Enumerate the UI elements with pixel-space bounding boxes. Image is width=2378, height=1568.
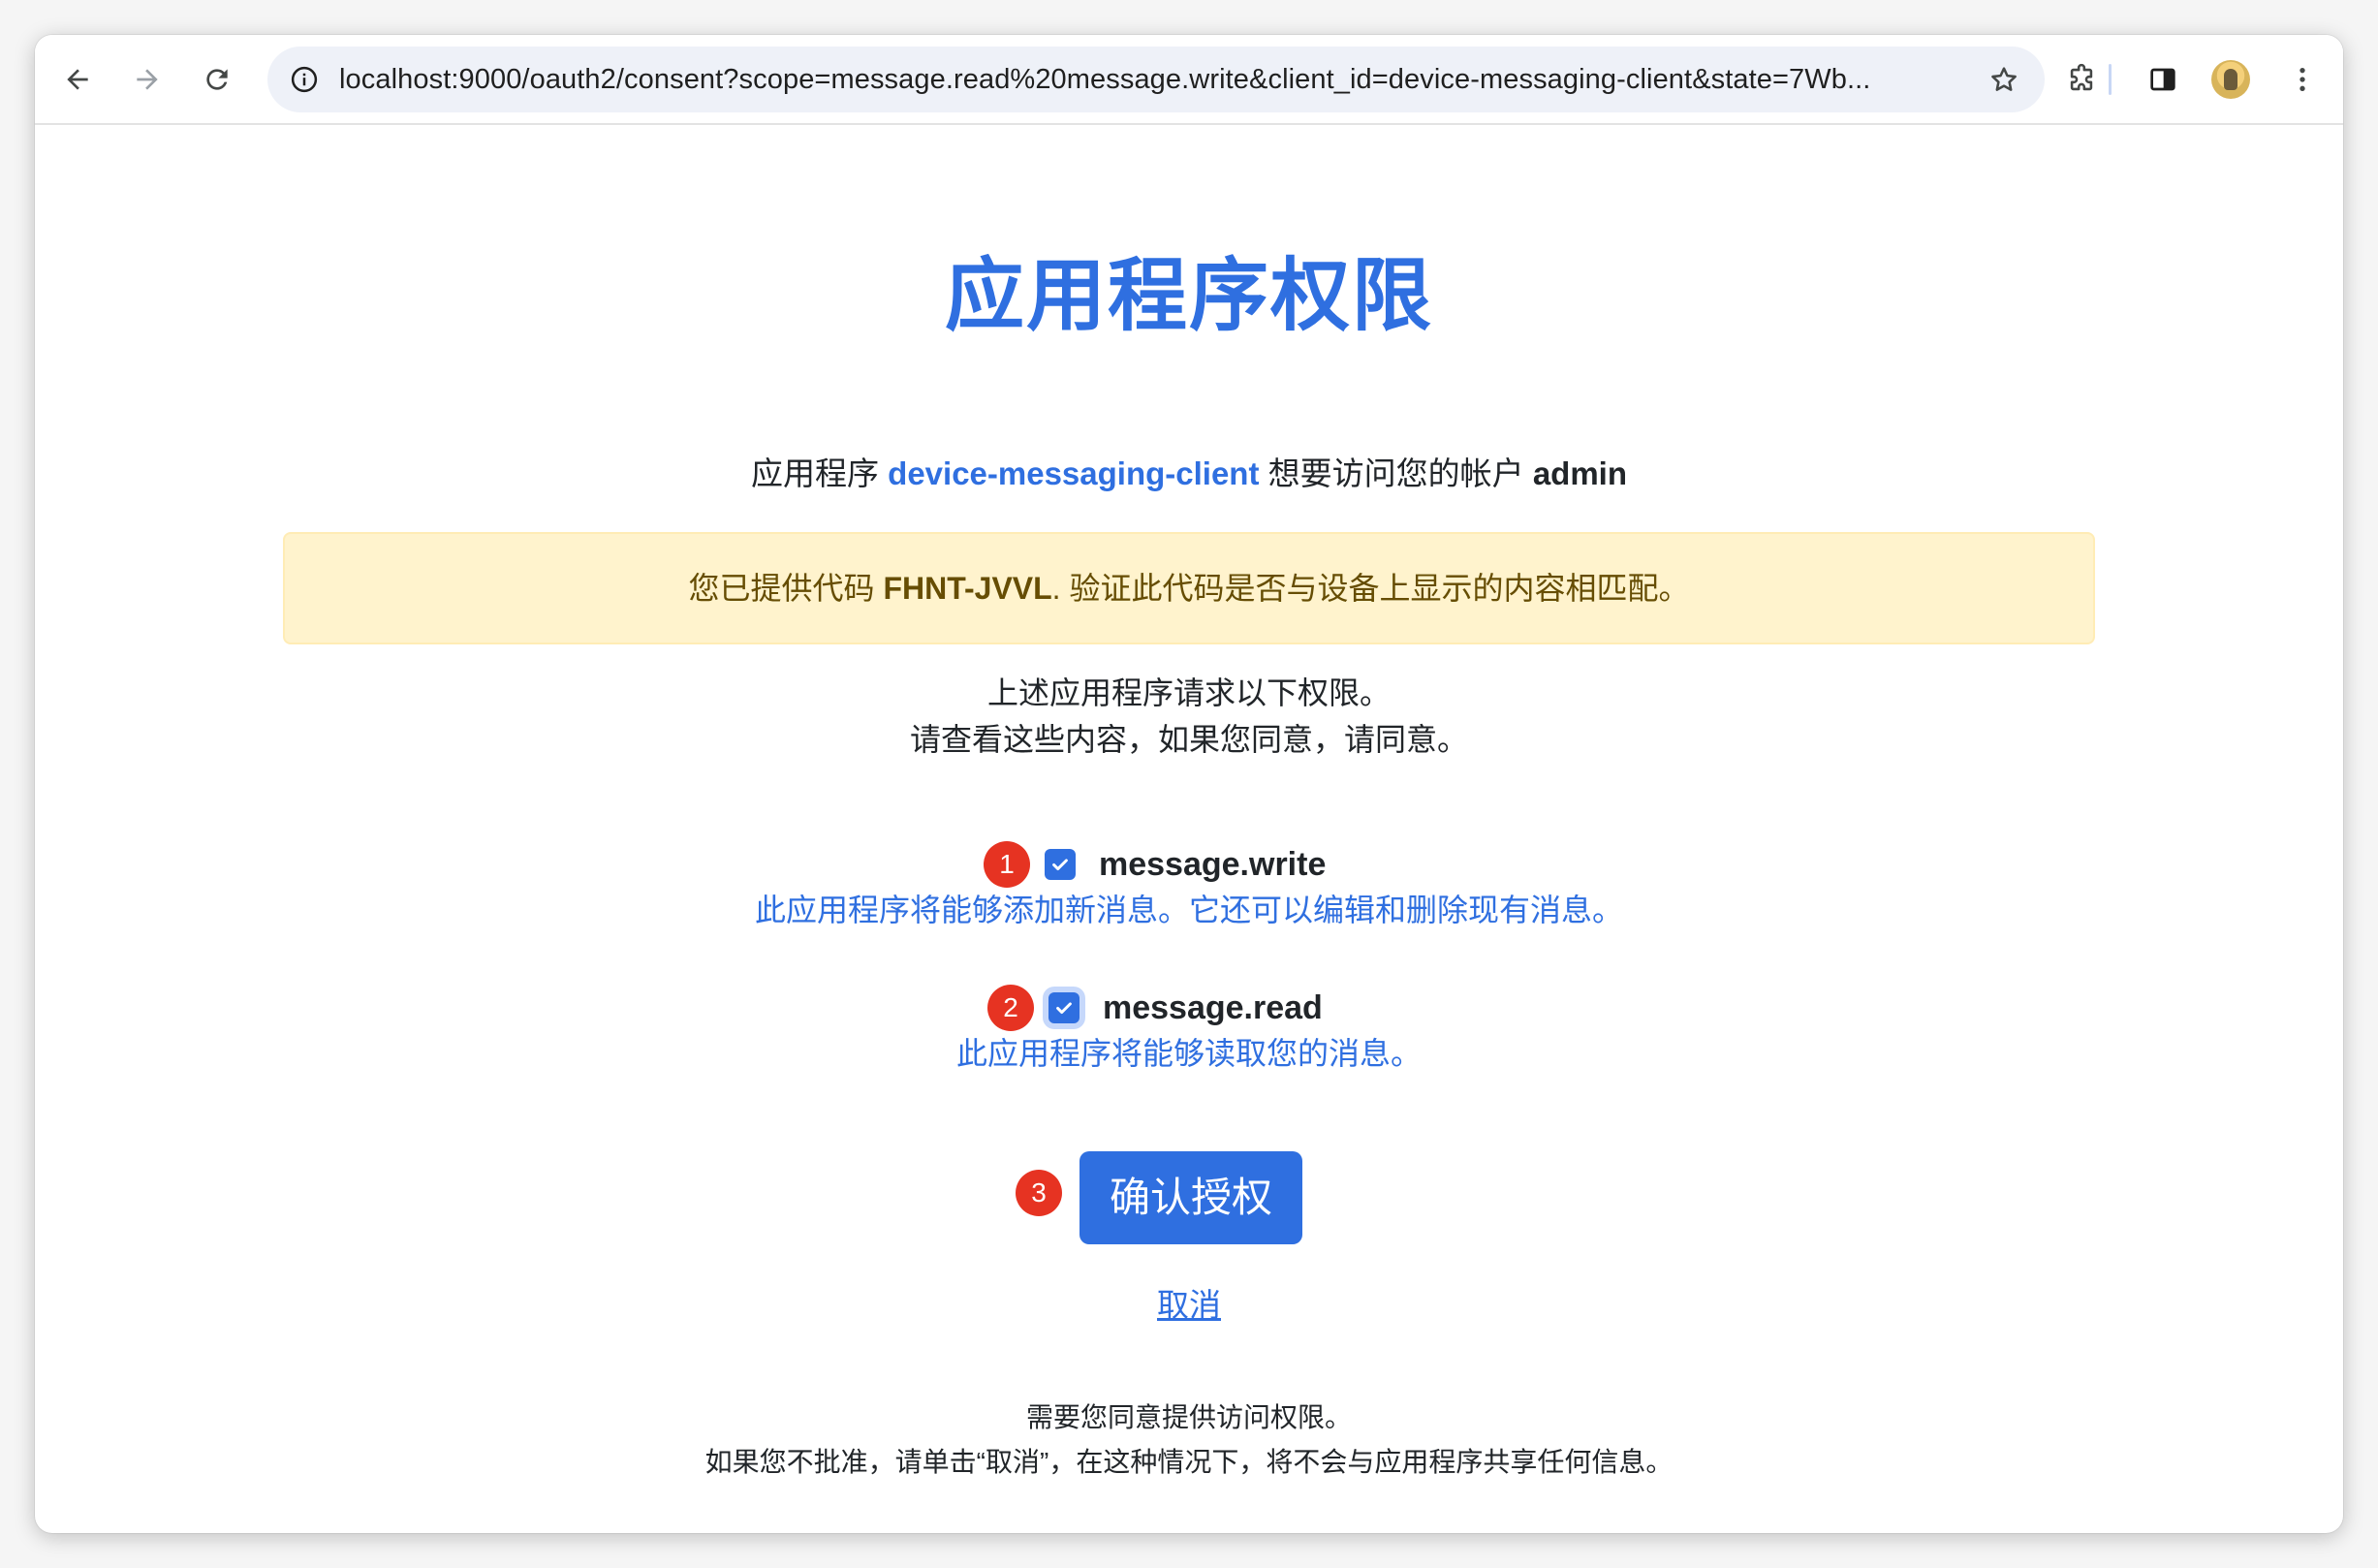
profile-avatar[interactable] [2211,60,2250,99]
client-id: device-messaging-client [888,455,1260,491]
scope-row-message-read: 2 message.read [35,984,2343,1032]
check-icon [1052,859,1068,871]
user-code: FHNT-JVVL [883,571,1052,606]
scope-name-message-write[interactable]: message.write [1099,840,1326,889]
browser-toolbar: localhost:9000/oauth2/consent?scope=mess… [35,35,2343,125]
step-badge-2: 2 [987,985,1034,1031]
scope-checkbox-message-write[interactable] [1045,849,1076,880]
page-content: 应用程序权限 应用程序 device-messaging-client 想要访问… [35,125,2343,1533]
footer-line-1: 需要您同意提供访问权限。 [1025,1402,1352,1432]
reload-icon [206,69,228,90]
browser-window: localhost:9000/oauth2/consent?scope=mess… [35,35,2343,1533]
side-panel-icon [2150,68,2175,91]
request-middle: 想要访问您的帐户 [1267,455,1524,491]
scope-desc-message-write: 此应用程序将能够添加新消息。它还可以编辑和删除现有消息。 [754,893,1623,927]
cancel-link-wrapper: 取消 [35,1286,2343,1325]
consent-request-text: 应用程序 device-messaging-client 想要访问您的帐户 ad… [35,455,2343,493]
alert-prefix: 您已提供代码 [688,571,875,606]
bookmark-button[interactable] [1985,60,2023,99]
forward-button[interactable] [124,56,171,103]
info-line-1: 上述应用程序请求以下权限。 [986,675,1391,710]
scope-desc-message-read: 此应用程序将能够读取您的消息。 [955,1036,1422,1071]
alert-suffix: . 验证此代码是否与设备上显示的内容相匹配。 [1051,571,1690,606]
forward-arrow-icon [137,69,158,90]
check-icon [1056,1002,1072,1015]
address-bar[interactable]: localhost:9000/oauth2/consent?scope=mess… [267,47,2045,112]
reload-button[interactable] [194,56,240,103]
scope-checkbox-message-read[interactable] [1048,992,1079,1023]
side-panel-button[interactable] [2140,56,2186,103]
scope-row-message-write: 1 message.write [35,840,2343,889]
kebab-menu-icon [2300,68,2305,91]
back-button[interactable] [54,56,101,103]
step-badge-3: 3 [1016,1170,1062,1216]
info-icon [291,66,318,93]
cancel-link[interactable]: 取消 [1157,1287,1221,1323]
url-text[interactable]: localhost:9000/oauth2/consent?scope=mess… [339,47,1977,112]
submit-consent-button[interactable]: 确认授权 [1079,1151,1302,1244]
site-info-button[interactable] [285,60,324,99]
principal-name: admin [1532,455,1627,491]
extensions-button[interactable] [2058,56,2105,103]
star-icon [1991,67,2017,91]
request-prefix: 应用程序 [750,455,879,491]
info-line-2: 请查看这些内容，如果您同意，请同意。 [909,722,1468,757]
back-arrow-icon [67,69,88,90]
scope-name-message-read[interactable]: message.read [1103,984,1323,1032]
footer-line-2: 如果您不批准，请单击“取消”，在这种情况下，将不会与应用程序共享任何信息。 [704,1447,1674,1477]
step-badge-1: 1 [984,841,1030,888]
user-code-alert: 您已提供代码 FHNT-JVVL. 验证此代码是否与设备上显示的内容相匹配。 [283,532,2095,644]
menu-button[interactable] [2279,56,2326,103]
page-title: 应用程序权限 [944,252,1433,340]
toolbar-divider [2109,64,2112,95]
extensions-icon [2070,63,2093,91]
